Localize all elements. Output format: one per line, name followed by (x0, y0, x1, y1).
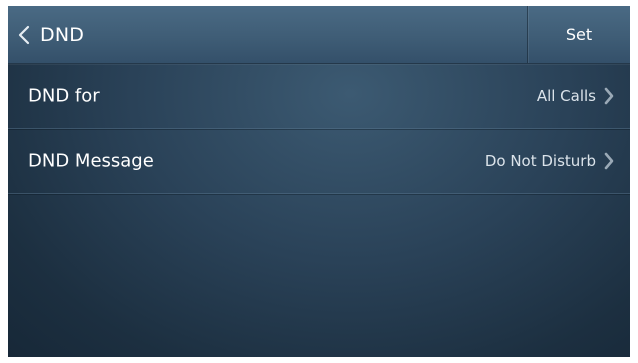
title-bar: DND Set (8, 6, 630, 64)
chevron-right-icon (604, 87, 614, 105)
page-title: DND (40, 23, 85, 46)
list-item-dnd-message[interactable]: DND Message Do Not Disturb (8, 129, 630, 194)
row-value-text: Do Not Disturb (484, 152, 596, 170)
row-value: Do Not Disturb (485, 152, 614, 170)
set-button[interactable]: Set (527, 6, 630, 63)
back-button[interactable]: DND (8, 6, 84, 63)
row-value: All Calls (537, 87, 614, 105)
dnd-screen: DND Set DND for All Calls DND Message Do… (8, 6, 630, 357)
row-label: DND Message (28, 150, 154, 172)
chevron-left-icon (18, 25, 30, 45)
row-label: DND for (28, 85, 100, 107)
list-item-dnd-for[interactable]: DND for All Calls (8, 64, 630, 129)
chevron-right-icon (604, 152, 614, 170)
row-value-text: All Calls (536, 87, 596, 105)
settings-list: DND for All Calls DND Message Do Not Dis… (8, 64, 630, 194)
